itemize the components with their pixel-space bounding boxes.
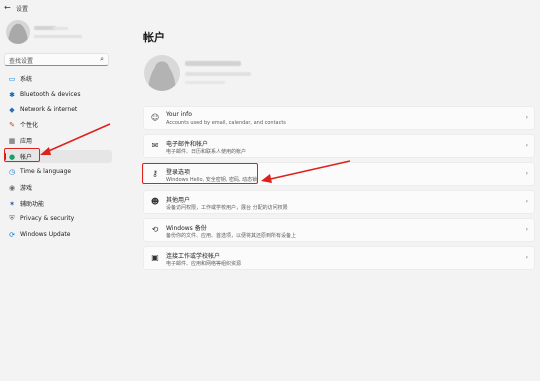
row-subtitle: 设备访问权限，工作或学校用户，展台 分配的访问权限 [166,205,288,211]
sidebar-item-label: Windows Update [20,231,71,238]
profile-avatar [6,20,30,44]
clock-globe-icon: ◷ [8,167,16,176]
annotation-box-sign-in-options [142,163,258,184]
chevron-right-icon: › [525,170,528,177]
settings-row[interactable]: ☺ Your info Accounts used by email, calend… [143,106,535,130]
people-add-icon: ☻ [150,197,160,206]
sidebar-item-label: 游戏 [20,185,33,192]
mail-icon: ✉ [151,141,159,150]
settings-row[interactable]: ⟲ Windows 备份 备份你的文件、应用、首选项，以便将其还原到所有设备上 › [143,218,535,242]
profile-email-blurred [34,35,82,38]
briefcase-icon: ▣ [151,253,159,262]
chevron-right-icon: › [525,114,528,121]
row-title: Windows 备份 [166,225,207,232]
search-input[interactable]: 查找设置 ⌕ [4,53,109,66]
row-subtitle: 电子邮件、日历和联系人使用的帐户 [166,149,247,155]
row-title: 电子邮件和帐户 [166,141,209,148]
account-name-blurred [185,61,241,66]
sidebar-item[interactable]: ✱ Bluetooth & devices [4,88,112,101]
chevron-right-icon: › [525,142,528,149]
search-icon[interactable]: ⌕ [100,55,104,64]
sidebar-item-label: Time & language [20,168,72,175]
gamepad-icon: ◉ [8,183,16,192]
sidebar-item-label: Privacy & security [20,215,75,222]
monitor-icon: ▭ [8,74,16,83]
row-subtitle: Accounts used by email, calendar, and co… [166,120,286,126]
sidebar-item-label: 辅助功能 [20,201,45,208]
search-placeholder: 查找设置 [9,58,34,65]
chevron-right-icon: › [525,226,528,233]
sidebar-item[interactable]: ▦ 应用 [4,134,112,147]
shield-icon: ⛨ [9,214,15,222]
backup-icon: ⟲ [151,225,159,234]
person-outline-icon: ☺ [150,113,160,122]
settings-row[interactable]: ☻ 其他用户 设备访问权限，工作或学校用户，展台 分配的访问权限 › [143,190,535,214]
brush-icon: ✎ [9,120,15,129]
sidebar-item-label: 个性化 [20,122,39,129]
title-bar: ← 设置 [0,0,540,16]
sidebar-item[interactable]: ◷ Time & language [4,165,112,178]
chevron-right-icon: › [525,254,528,261]
update-icon: ⟳ [9,230,15,239]
wifi-icon: ◆ [9,105,15,114]
back-arrow-icon[interactable]: ← [4,3,11,12]
account-avatar [144,55,180,91]
sidebar-item-label: Bluetooth & devices [20,91,81,98]
sidebar-item[interactable]: ◆ Network & internet [4,103,112,116]
row-subtitle: 备份你的文件、应用、首选项，以便将其还原到所有设备上 [166,233,297,239]
row-title: 其他用户 [166,197,191,204]
sidebar-item[interactable]: ◉ 游戏 [4,181,112,194]
profile-name-blurred-2 [52,27,68,30]
sidebar-item[interactable]: ⛨ Privacy & security [4,212,112,225]
annotation-box-accounts [4,148,40,162]
chevron-right-icon: › [525,198,528,205]
page-title: 帐户 [143,31,165,44]
account-email-blurred [185,72,251,76]
settings-row[interactable]: ▣ 连接工作或学校帐户 电子邮件、应用和网络等组织资源 › [143,246,535,270]
apps-icon: ▦ [8,136,16,145]
row-subtitle: 电子邮件、应用和网络等组织资源 [166,261,242,267]
settings-row[interactable]: ✉ 电子邮件和帐户 电子邮件、日历和联系人使用的帐户 › [143,134,535,158]
bluetooth-icon: ✱ [9,90,15,99]
row-title: 连接工作或学校帐户 [166,253,221,260]
sidebar-item-label: 系统 [20,76,33,83]
sidebar-item-label: Network & internet [20,106,78,113]
sidebar-item[interactable]: ✶ 辅助功能 [4,197,112,210]
sidebar-item[interactable]: ✎ 个性化 [4,118,112,131]
accessibility-icon: ✶ [9,199,15,208]
sidebar-item-label: 应用 [20,138,33,145]
sidebar-item[interactable]: ▭ 系统 [4,72,112,85]
row-title: Your info [166,111,192,118]
app-title: 设置 [16,6,29,13]
sidebar-item[interactable]: ⟳ Windows Update [4,228,112,241]
account-type-blurred [185,81,225,84]
